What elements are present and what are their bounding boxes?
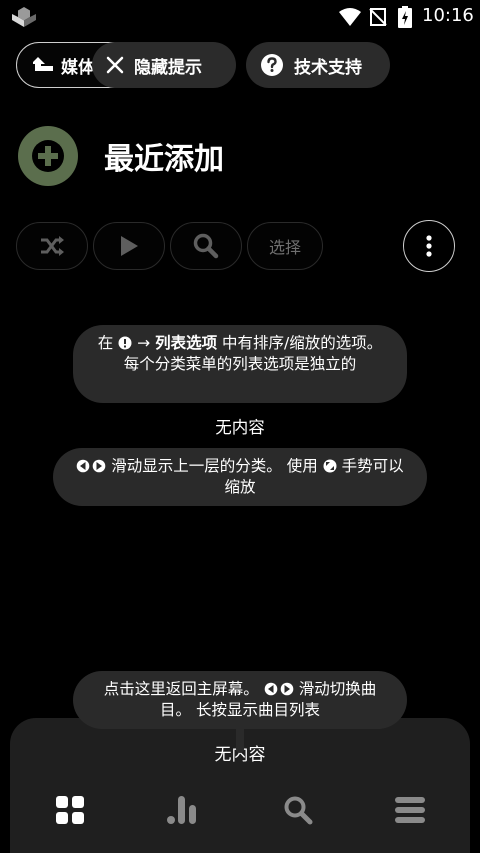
no-sim-icon — [369, 8, 387, 26]
arrow-up-turn-icon — [33, 57, 53, 71]
nav-grid-button[interactable] — [50, 792, 90, 828]
more-options-button[interactable] — [403, 220, 455, 272]
shuffle-button[interactable] — [16, 222, 88, 270]
pinch-gesture-icon — [323, 459, 337, 473]
nav-search-button[interactable] — [278, 792, 318, 828]
add-button[interactable] — [18, 126, 78, 186]
tip-swipe-category[interactable]: 滑动显示上一层的分类。 使用 手势可以缩放 — [53, 448, 427, 506]
nav-stats-button[interactable] — [162, 792, 202, 828]
hide-tips-button[interactable]: 隐藏提示 — [92, 42, 236, 88]
hide-tips-label: 隐藏提示 — [134, 57, 202, 78]
media-chip-label: 媒体 — [61, 57, 95, 78]
tip1-bold: 列表选项 — [155, 334, 218, 352]
tech-support-button[interactable]: 技术支持 — [246, 42, 390, 88]
tip3-part1: 点击这里返回主屏幕。 — [103, 680, 259, 698]
battery-charging-icon — [398, 6, 412, 28]
play-button[interactable] — [93, 222, 165, 270]
tip2-part1: 滑动显示上一层的分类。 使用 — [111, 457, 318, 475]
tip-pointer — [236, 727, 244, 753]
wifi-icon — [339, 8, 361, 26]
more-vertical-icon — [426, 235, 432, 257]
search-icon — [284, 796, 313, 825]
tip1-prefix: 在 — [97, 334, 114, 352]
swipe-left-right-icon — [264, 682, 294, 696]
tech-support-label: 技术支持 — [294, 57, 362, 78]
plus-icon — [32, 140, 64, 172]
select-button[interactable]: 选择 — [247, 222, 323, 270]
app-logo-icon — [12, 7, 36, 27]
shuffle-icon — [41, 236, 64, 256]
tip-list-options[interactable]: 在 → 列表选项 中有排序/缩放的选项。每个分类菜单的列表选项是独立的 — [73, 325, 407, 403]
bar-chart-icon — [167, 796, 196, 824]
search-button[interactable] — [170, 222, 242, 270]
search-icon — [193, 233, 219, 259]
nav-menu-button[interactable] — [390, 792, 430, 828]
grid-icon — [56, 796, 84, 824]
help-circle-icon — [261, 54, 283, 76]
status-time: 10:16 — [422, 5, 474, 26]
swipe-left-right-icon — [77, 459, 106, 473]
empty-content-label: 无内容 — [215, 418, 265, 437]
info-icon — [118, 336, 132, 350]
close-icon — [106, 56, 124, 74]
menu-icon — [395, 797, 425, 823]
arrow-right-icon: → — [137, 334, 151, 352]
play-icon — [121, 236, 138, 256]
tip-home-return[interactable]: 点击这里返回主屏幕。 滑动切换曲目。 长按显示曲目列表 — [73, 671, 407, 729]
status-bar: 10:16 — [0, 0, 480, 34]
page-title: 最近添加 — [104, 142, 224, 177]
